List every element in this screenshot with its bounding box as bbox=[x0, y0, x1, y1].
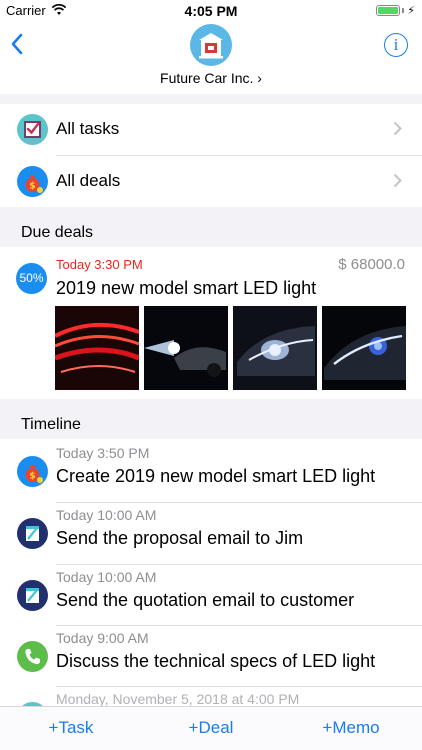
tasks-checkbox-icon bbox=[17, 114, 48, 145]
navigation-bar: Future Car Inc. › i bbox=[0, 22, 422, 94]
section-header-timeline: Timeline bbox=[0, 399, 422, 439]
add-memo-button[interactable]: +Memo bbox=[296, 718, 406, 738]
deal-photo-led-headlamp[interactable] bbox=[233, 306, 317, 390]
chevron-right-icon bbox=[393, 173, 402, 188]
svg-text:$: $ bbox=[29, 472, 35, 482]
status-bar: Carrier 4:05 PM ⚡ bbox=[0, 0, 422, 22]
chevron-right-icon bbox=[393, 121, 402, 136]
timeline-date: Today 9:00 AM bbox=[56, 630, 149, 646]
back-button[interactable] bbox=[6, 30, 30, 58]
timeline-date: Today 10:00 AM bbox=[56, 507, 157, 523]
deal-amount: $ 68000.0 bbox=[338, 256, 405, 273]
probability-badge: 50% bbox=[16, 263, 47, 294]
deal-photo-strip bbox=[55, 306, 406, 390]
menu-row-all-tasks[interactable]: All tasks bbox=[0, 104, 422, 155]
timeline-title: Send the proposal email to Jim bbox=[56, 528, 304, 548]
deal-title: 2019 new model smart LED light bbox=[56, 278, 317, 298]
add-task-button[interactable]: +Task bbox=[16, 718, 126, 738]
deal-photo-blue-headlamp[interactable] bbox=[322, 306, 406, 390]
timeline-item[interactable]: Today 10:00 AM Send the proposal email t… bbox=[0, 503, 422, 564]
email-icon bbox=[17, 580, 48, 611]
timeline-title: Send the quotation email to customer bbox=[56, 590, 355, 610]
company-name-link[interactable]: Future Car Inc. › bbox=[0, 70, 422, 86]
info-icon: i bbox=[393, 35, 399, 54]
menu-label: All tasks bbox=[56, 119, 120, 138]
section-title: Timeline bbox=[21, 416, 81, 433]
timeline-title: Discuss the technical specs of LED light bbox=[56, 651, 376, 671]
timeline-title: Create 2019 new model smart LED light bbox=[56, 466, 376, 486]
menu-row-all-deals[interactable]: $ All deals bbox=[0, 156, 422, 207]
info-button[interactable]: i bbox=[384, 33, 408, 57]
company-building-icon bbox=[199, 33, 223, 59]
deal-due-date: Today 3:30 PM bbox=[56, 257, 143, 272]
section-gap bbox=[0, 94, 422, 104]
svg-text:$: $ bbox=[29, 182, 35, 192]
section-header-due-deals: Due deals bbox=[0, 207, 422, 247]
add-deal-button[interactable]: +Deal bbox=[156, 718, 266, 738]
money-bag-icon: $ bbox=[17, 166, 48, 197]
battery-icon bbox=[376, 5, 400, 16]
deal-photo-red-taillight[interactable] bbox=[55, 306, 139, 390]
timeline-date: Today 3:50 PM bbox=[56, 445, 150, 461]
timeline-date: Today 10:00 AM bbox=[56, 569, 157, 585]
deal-photo-headlight-beam[interactable] bbox=[144, 306, 228, 390]
battery-nub bbox=[402, 8, 404, 13]
charging-bolt-icon: ⚡ bbox=[407, 5, 415, 17]
clock: 4:05 PM bbox=[184, 3, 238, 19]
timeline-item[interactable]: Today 10:00 AM Send the quotation email … bbox=[0, 565, 422, 626]
timeline-date: Monday, November 5, 2018 at 4:00 PM bbox=[56, 691, 300, 707]
bottom-action-bar: +Task +Deal +Memo bbox=[0, 706, 422, 750]
menu-label: All deals bbox=[56, 171, 121, 190]
company-logo[interactable] bbox=[190, 24, 232, 66]
due-deal-card[interactable]: 50% Today 3:30 PM $ 68000.0 2019 new mod… bbox=[0, 247, 422, 399]
phone-icon bbox=[17, 641, 48, 672]
section-title: Due deals bbox=[21, 224, 94, 241]
timeline-item[interactable]: $ Today 3:50 PM Create 2019 new model sm… bbox=[0, 441, 422, 502]
email-icon bbox=[17, 518, 48, 549]
timeline-item[interactable]: Today 9:00 AM Discuss the technical spec… bbox=[0, 626, 422, 687]
money-bag-icon: $ bbox=[17, 456, 48, 487]
